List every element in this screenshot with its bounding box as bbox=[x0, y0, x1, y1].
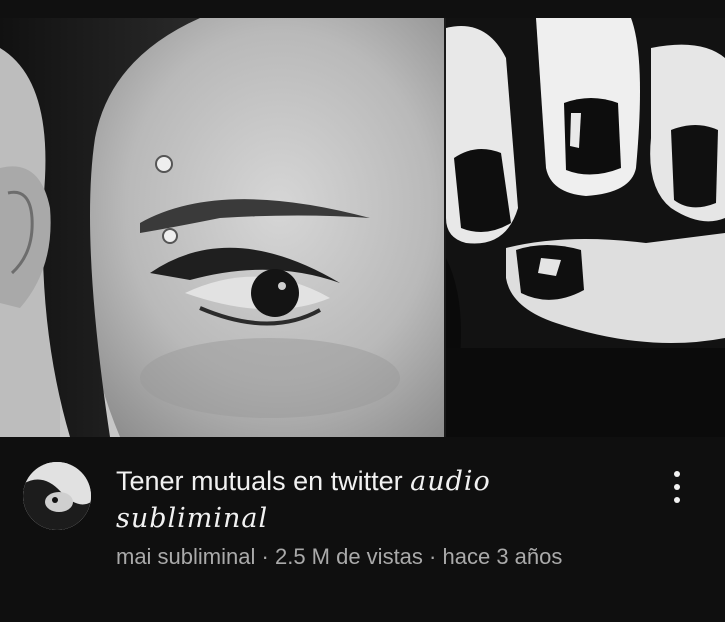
thumbnail-eye-panel bbox=[0, 18, 444, 437]
more-vert-icon bbox=[674, 497, 680, 503]
video-subline: mai subliminal · 2.5 M de vistas · hace … bbox=[116, 541, 616, 572]
video-card: Tener mutuals en twitter audio sublimina… bbox=[0, 0, 725, 622]
top-bar bbox=[0, 0, 725, 18]
separator: · bbox=[261, 544, 269, 569]
video-title-script-2: subliminal bbox=[116, 503, 269, 534]
video-thumbnail[interactable] bbox=[0, 18, 725, 437]
video-metadata: Tener mutuals en twitter audio sublimina… bbox=[0, 437, 725, 622]
more-options-button[interactable] bbox=[660, 465, 694, 509]
video-title-script-1: audio bbox=[410, 466, 491, 497]
video-title[interactable]: Tener mutuals en twitter audio sublimina… bbox=[116, 463, 636, 537]
more-vert-icon bbox=[674, 484, 680, 490]
channel-name[interactable]: mai subliminal bbox=[116, 544, 255, 569]
upload-age: hace 3 años bbox=[442, 544, 563, 569]
thumbnail-nails-panel bbox=[446, 18, 725, 437]
avatar-image bbox=[23, 462, 91, 530]
video-title-text: Tener mutuals en twitter bbox=[116, 466, 403, 496]
channel-avatar[interactable] bbox=[23, 462, 91, 530]
separator: · bbox=[429, 544, 437, 569]
view-count: 2.5 M de vistas bbox=[274, 544, 423, 569]
more-vert-icon bbox=[674, 471, 680, 477]
